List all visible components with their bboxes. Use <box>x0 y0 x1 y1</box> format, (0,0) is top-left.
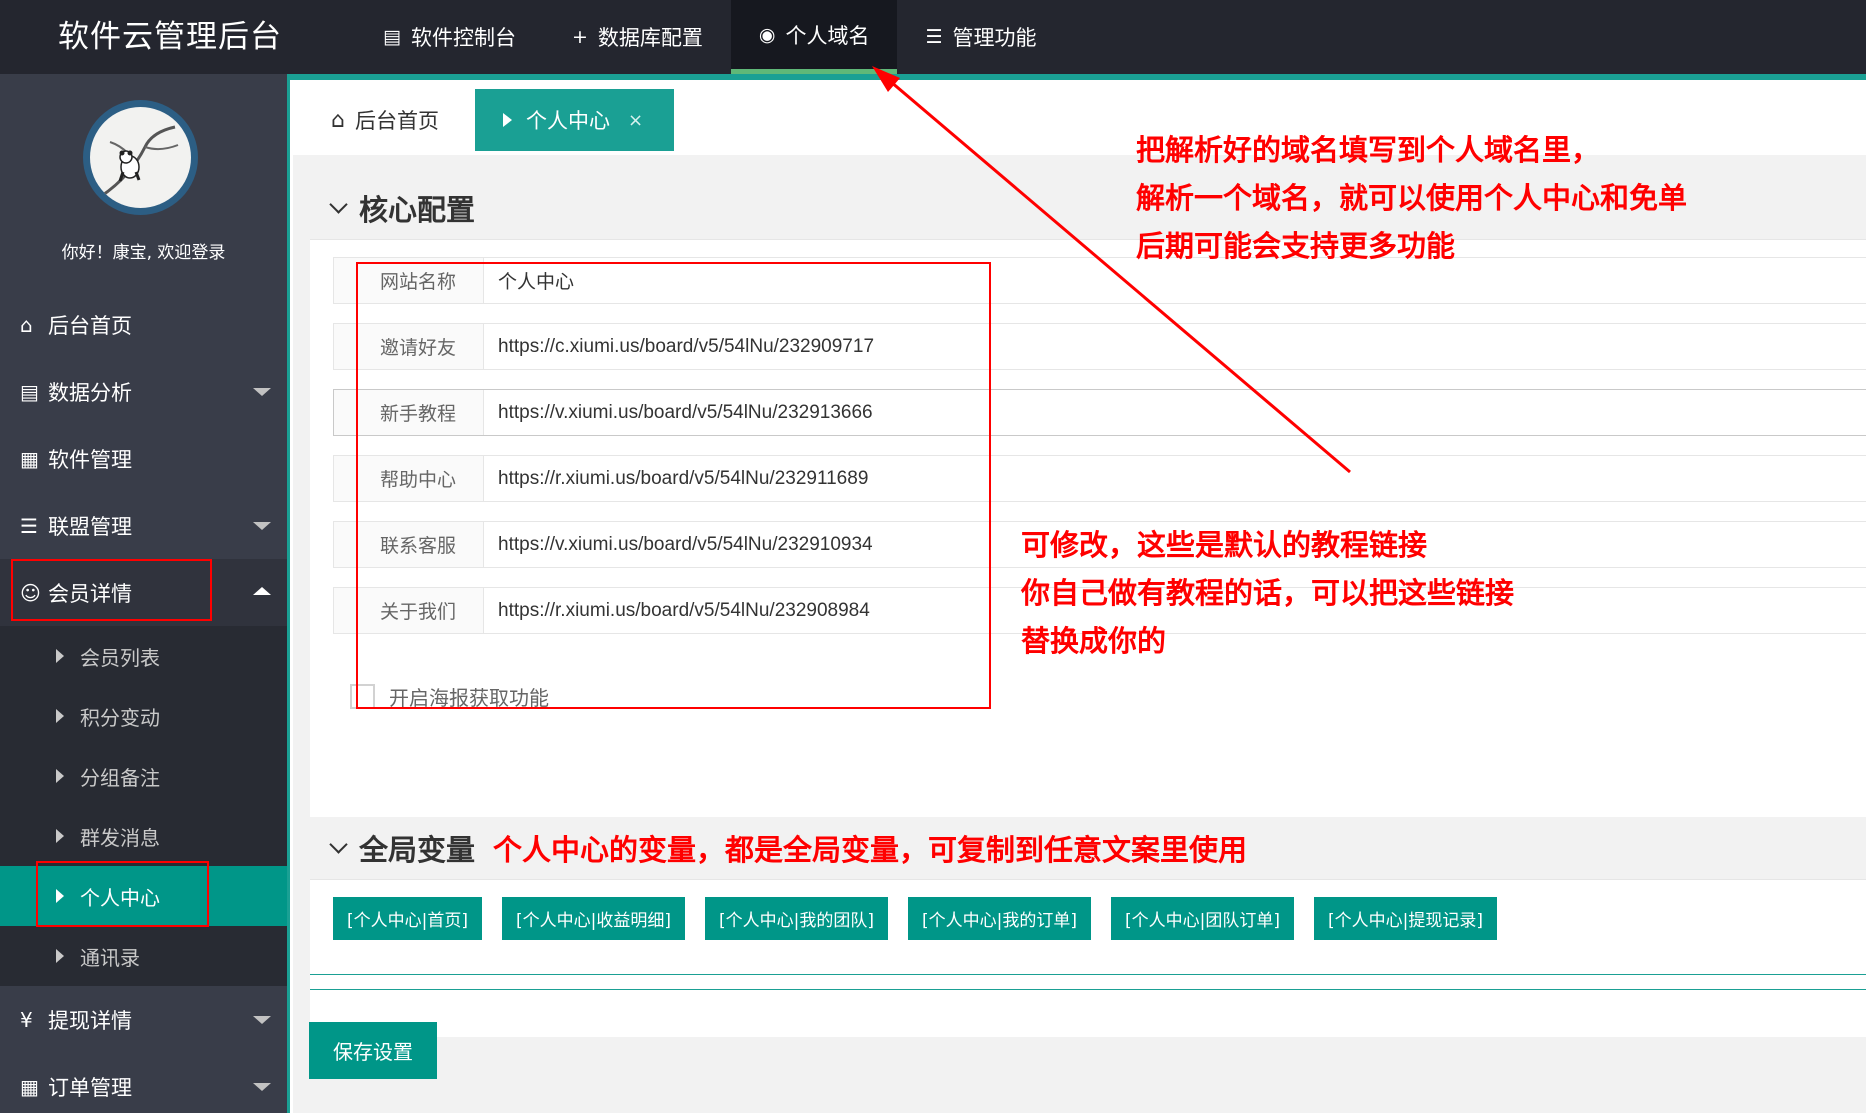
var-button-my-team[interactable]: [个人中心|我的团队] <box>705 897 888 940</box>
var-button-my-orders[interactable]: [个人中心|我的订单] <box>908 897 1091 940</box>
submenu-item-group-notes[interactable]: 分组备注 <box>0 746 287 806</box>
sidebar-item-label: 联盟管理 <box>48 514 132 539</box>
sidebar-item-label: 订单管理 <box>48 1075 132 1100</box>
nav-personal-domain[interactable]: ◉ 个人域名 <box>730 0 898 74</box>
chevron-down-icon <box>329 194 348 214</box>
sidebar-item-label: 数据分析 <box>48 380 132 405</box>
plus-icon: + <box>571 26 588 48</box>
annotation-line: 你自己做有教程的话，可以把这些链接 <box>1021 576 1515 610</box>
submenu-item-label: 分组备注 <box>80 765 160 790</box>
chevron-down-icon <box>253 388 271 396</box>
sidebar-item-label: 软件管理 <box>48 447 132 472</box>
submenu-item-label: 群发消息 <box>80 825 160 850</box>
list-icon: ☰ <box>20 513 38 538</box>
var-button-withdrawals[interactable]: [个人中心|提现记录] <box>1314 897 1497 940</box>
top-nav: ▤ 软件控制台 + 数据库配置 ◉ 个人域名 ☰ 管理功能 <box>355 0 1065 74</box>
home-icon: ⌂ <box>331 107 345 133</box>
tab-home[interactable]: ⌂ 后台首页 <box>331 89 439 151</box>
top-bar: 软件云管理后台 ▤ 软件控制台 + 数据库配置 ◉ 个人域名 ☰ 管理功能 <box>0 0 1866 74</box>
nav-admin-functions[interactable]: ☰ 管理功能 <box>897 0 1064 74</box>
book-icon: ▤ <box>20 379 39 404</box>
core-config-title: 核心配置 <box>359 193 476 227</box>
submenu-item-contacts[interactable]: 通讯录 <box>0 926 287 986</box>
annotation-line: 把解析好的域名填写到个人域名里， <box>1136 133 1601 167</box>
divider <box>310 989 1866 990</box>
nav-label: 软件控制台 <box>410 26 516 50</box>
sidebar-item-label: 后台首页 <box>48 313 132 338</box>
triangle-right-icon <box>56 949 64 963</box>
submenu-item-label: 通讯录 <box>80 945 140 970</box>
document-icon: ▤ <box>383 26 401 48</box>
sidebar-item-software[interactable]: ▦ 软件管理 <box>0 425 287 492</box>
triangle-right-icon <box>56 829 64 843</box>
sidebar-item-alliance[interactable]: ☰ 联盟管理 <box>0 492 287 559</box>
global-vars-card: 全局变量 个人中心的变量，都是全局变量，可复制到任意文案里使用 [个人中心|首页… <box>310 817 1866 1037</box>
save-settings-button[interactable]: 保存设置 <box>309 1022 437 1079</box>
sidebar-item-home[interactable]: ⌂ 后台首页 <box>0 291 287 358</box>
var-button-earnings[interactable]: [个人中心|收益明细] <box>502 897 685 940</box>
highlight-box-members <box>11 559 212 621</box>
grid-icon: ▦ <box>20 446 39 471</box>
annotation-line: 后期可能会支持更多功能 <box>1136 229 1456 263</box>
avatar-image <box>90 107 191 208</box>
layers-icon: ☰ <box>925 26 943 48</box>
home-icon: ⌂ <box>20 312 33 337</box>
sidebar-item-label: 提现详情 <box>48 1008 132 1033</box>
tab-personal-center[interactable]: 个人中心 × <box>475 89 674 151</box>
close-icon[interactable]: × <box>628 110 643 131</box>
nav-label: 个人域名 <box>785 23 870 48</box>
submenu-item-points[interactable]: 积分变动 <box>0 686 287 746</box>
divider <box>310 974 1866 975</box>
nav-software-console[interactable]: ▤ 软件控制台 <box>355 0 544 74</box>
submenu-item-broadcast[interactable]: 群发消息 <box>0 806 287 866</box>
annotation-line: 可修改，这些是默认的教程链接 <box>1021 528 1428 562</box>
highlight-box-links <box>356 262 991 709</box>
sidebar-item-orders[interactable]: ▦ 订单管理 <box>0 1053 287 1113</box>
annotation-line: 解析一个域名，就可以使用个人中心和免单 <box>1136 181 1688 215</box>
members-submenu: 会员列表 积分变动 分组备注 群发消息 个人中心 通讯录 <box>0 626 287 986</box>
chevron-down-icon <box>253 522 271 530</box>
table-icon: ▦ <box>20 1074 39 1099</box>
chevron-down-icon <box>329 834 348 854</box>
global-vars-annotation: 个人中心的变量，都是全局变量，可复制到任意文案里使用 <box>493 833 1248 867</box>
submenu-item-label: 会员列表 <box>80 645 160 670</box>
welcome-text: 你好！康宝, 欢迎登录 <box>61 243 226 263</box>
annotation-line: 替换成你的 <box>1021 624 1167 658</box>
yen-icon: ¥ <box>20 1007 33 1032</box>
brand-title: 软件云管理后台 <box>58 19 282 55</box>
submenu-item-member-list[interactable]: 会员列表 <box>0 626 287 686</box>
nav-database-config[interactable]: + 数据库配置 <box>544 0 731 74</box>
sidebar-border <box>287 74 290 1113</box>
nav-label: 管理功能 <box>952 26 1037 50</box>
chevron-down-icon <box>253 1083 271 1091</box>
sidebar-menu: ⌂ 后台首页 ▤ 数据分析 ▦ 软件管理 ☰ 联盟管理 ☺ 会员详情 会员列表 <box>0 291 287 1113</box>
triangle-right-icon <box>56 769 64 783</box>
tab-label: 个人中心 <box>526 109 610 133</box>
triangle-right-icon <box>56 649 64 663</box>
annotation-domain: 把解析好的域名填写到个人域名里， 解析一个域名，就可以使用个人中心和免单 后期可… <box>1136 126 1687 270</box>
globe-icon: ◉ <box>758 23 776 46</box>
sidebar-item-data-analysis[interactable]: ▤ 数据分析 <box>0 358 287 425</box>
global-vars-header[interactable]: 全局变量 个人中心的变量，都是全局变量，可复制到任意文案里使用 <box>310 817 1866 880</box>
global-var-buttons: [个人中心|首页] [个人中心|收益明细] [个人中心|我的团队] [个人中心|… <box>333 897 1517 940</box>
triangle-right-icon <box>503 113 512 127</box>
tab-label: 后台首页 <box>354 109 439 133</box>
highlight-box-personal-center <box>36 861 209 927</box>
triangle-right-icon <box>56 709 64 723</box>
nav-label: 数据库配置 <box>597 26 703 50</box>
chevron-down-icon <box>253 1016 271 1024</box>
var-button-home[interactable]: [个人中心|首页] <box>333 897 482 940</box>
sidebar-item-withdrawals[interactable]: ¥ 提现详情 <box>0 986 287 1053</box>
global-vars-title: 全局变量 <box>359 833 476 867</box>
annotation-links: 可修改，这些是默认的教程链接 你自己做有教程的话，可以把这些链接 替换成你的 <box>1021 521 1514 665</box>
avatar[interactable] <box>83 100 198 215</box>
var-button-team-orders[interactable]: [个人中心|团队订单] <box>1111 897 1294 940</box>
chevron-up-icon <box>253 587 271 595</box>
submenu-item-label: 积分变动 <box>80 705 160 730</box>
